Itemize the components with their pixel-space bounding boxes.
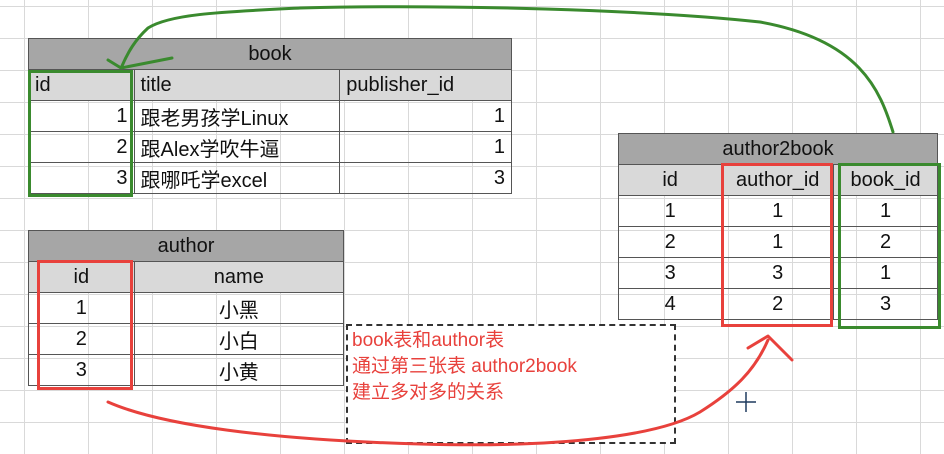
green-arrowhead: [106, 56, 174, 70]
annotation-arrows: [106, 5, 895, 447]
crosshair-cursor-icon: [736, 392, 756, 412]
red-relation-arrow: [106, 338, 770, 447]
red-arrowhead: [746, 334, 794, 362]
green-relation-arrow: [120, 5, 895, 134]
